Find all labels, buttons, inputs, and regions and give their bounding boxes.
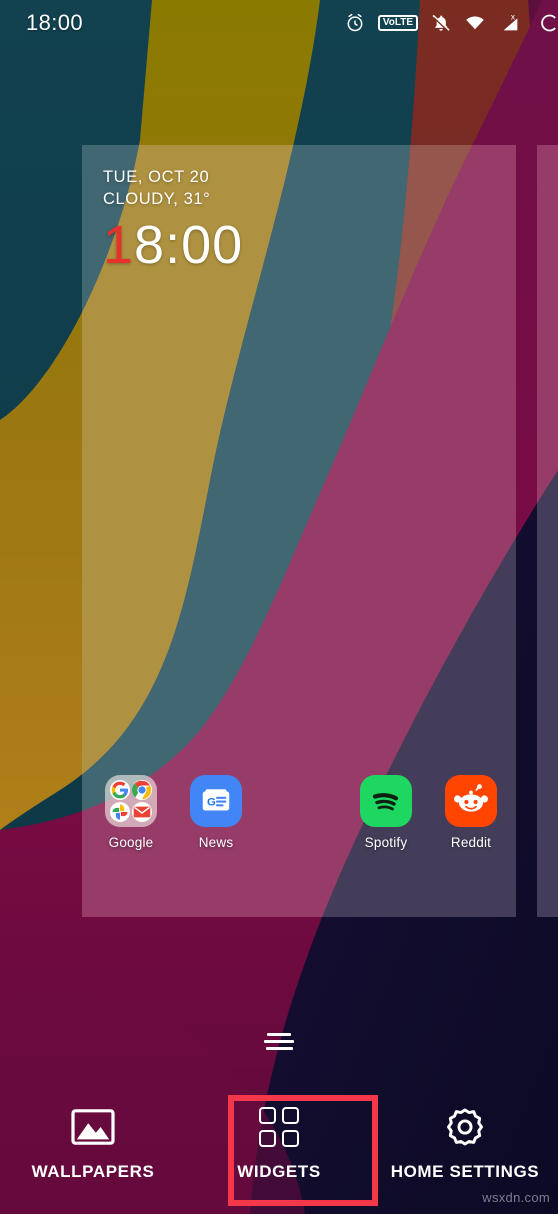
widget-date: TUE, OCT 20 [103, 168, 210, 186]
widgets-grid-icon [259, 1104, 299, 1150]
gear-icon [443, 1104, 487, 1150]
clock-weather-widget[interactable]: TUE, OCT 20 CLOUDY, 31° 1 8:00 [103, 166, 243, 272]
google-folder-icon [105, 775, 157, 827]
wallpapers-label: WALLPAPERS [31, 1162, 155, 1181]
reddit-app-label: Reddit [450, 835, 492, 850]
widget-time: 1 8:00 [103, 218, 243, 272]
google-folder[interactable]: Google [92, 775, 170, 850]
home-screen-editor: 18:00 VoLTE x TUE, OCT 20 CLOUDY, 31° 1 … [0, 0, 558, 1214]
status-bar-icons: VoLTE x [345, 12, 558, 34]
watermark: wsxdn.com [482, 1190, 550, 1205]
app-dock-row: Google G News Spotify Reddit [82, 775, 516, 875]
spotify-app[interactable]: Spotify [347, 775, 425, 850]
spotify-app-icon [360, 775, 412, 827]
page-indicator-line-3 [265, 1046, 293, 1050]
home-screen-next-page-preview[interactable] [537, 145, 558, 917]
battery-icon [534, 13, 558, 33]
next-preview-overlay-tint [537, 145, 558, 917]
widget-weather: CLOUDY, 31° [103, 190, 211, 208]
home-settings-button[interactable]: HOME SETTINGS [372, 1090, 558, 1182]
home-settings-label: HOME SETTINGS [390, 1162, 540, 1181]
home-editor-toolbar: WALLPAPERS WIDGETS HOME SETTINGS [0, 1090, 558, 1214]
widget-time-rest: 8:00 [134, 215, 244, 275]
page-indicator-line-1 [267, 1032, 291, 1036]
reddit-icon [445, 775, 497, 827]
volte-icon: VoLTE [377, 15, 418, 31]
google-news-icon: G [190, 775, 242, 827]
widget-cell-4 [282, 1130, 299, 1147]
widgets-label: WIDGETS [237, 1162, 321, 1181]
widgets-button[interactable]: WIDGETS [186, 1090, 372, 1182]
svg-text:x: x [511, 12, 516, 21]
alarm-icon [345, 13, 365, 33]
news-app-label: News [198, 835, 234, 850]
widget-time-highlight: 1 [103, 215, 135, 275]
google-g-icon [110, 780, 130, 800]
reddit-app-icon [445, 775, 497, 827]
page-indicator[interactable] [0, 1028, 558, 1054]
widget-cell-3 [259, 1130, 276, 1147]
spotify-app-label: Spotify [364, 835, 408, 850]
status-bar: 18:00 VoLTE x [0, 0, 558, 46]
image-icon [70, 1104, 116, 1150]
wifi-icon [464, 13, 486, 33]
notifications-muted-icon [431, 13, 451, 33]
google-folder-label: Google [108, 835, 154, 850]
reddit-app[interactable]: Reddit [432, 775, 510, 850]
cellular-signal-icon: x [499, 12, 521, 34]
spotify-icon [360, 775, 412, 827]
svg-text:G: G [207, 796, 216, 808]
photos-icon [110, 802, 130, 822]
wallpapers-button[interactable]: WALLPAPERS [0, 1090, 186, 1182]
chrome-icon [132, 780, 152, 800]
widget-cell-2 [282, 1107, 299, 1124]
news-app-icon: G [190, 775, 242, 827]
page-indicator-line-2 [264, 1039, 294, 1043]
news-app[interactable]: G News [177, 775, 255, 850]
gmail-icon [132, 802, 152, 822]
status-bar-clock: 18:00 [26, 10, 84, 35]
widget-cell-1 [259, 1107, 276, 1124]
